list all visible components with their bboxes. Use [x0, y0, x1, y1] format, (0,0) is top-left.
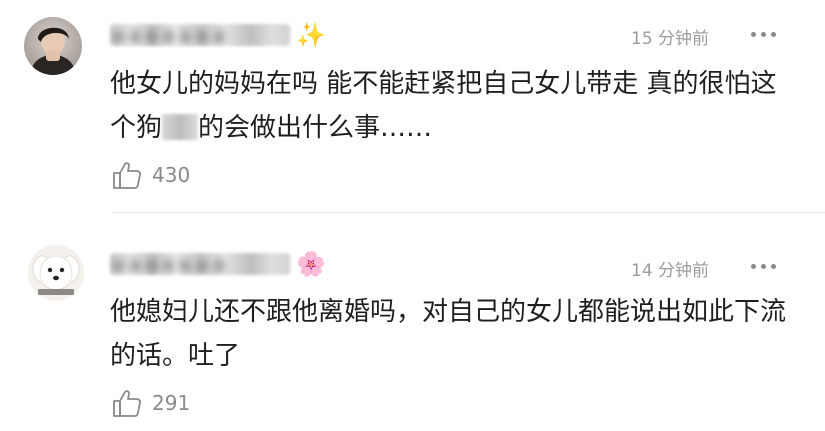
comment-item-2: ※※※※※※※ 🌸 14 分钟前 他媳妇儿还不跟他离婚吗，对自己的女儿都能说出如… — [0, 214, 825, 431]
more-options-icon[interactable] — [751, 256, 776, 276]
like-count: 430 — [152, 163, 191, 187]
timestamp: 14 分钟前 — [631, 261, 710, 281]
like-button[interactable]: 291 — [112, 389, 190, 417]
like-button[interactable]: 430 — [112, 161, 190, 189]
comment-divider — [112, 212, 825, 213]
redaction-blur — [162, 114, 199, 140]
obscured-username-text: ※※※※※※※ — [110, 25, 228, 49]
more-options-icon[interactable] — [751, 24, 776, 44]
person-avatar-icon — [24, 17, 82, 75]
comment-text-part: 的会做出什么事…… — [198, 113, 433, 143]
timestamp: 15 分钟前 — [631, 29, 710, 49]
username[interactable]: ※※※※※※※ ✨ — [110, 21, 326, 49]
comment-text: 他媳妇儿还不跟他离婚吗，对自己的女儿都能说出如此下流的话。吐了 — [110, 297, 787, 371]
avatar[interactable] — [24, 17, 82, 75]
like-count: 291 — [152, 391, 191, 415]
thumbs-up-icon — [113, 390, 141, 417]
dog-avatar-icon — [28, 245, 84, 301]
thumbs-up-icon — [113, 162, 141, 189]
avatar[interactable] — [28, 245, 84, 301]
sparkle-icon: ✨ — [296, 21, 326, 49]
comment-item-1: ※※※※※※※ ✨ 15 分钟前 他女儿的妈妈在吗 能不能赶紧把自己女儿带走 真… — [0, 0, 825, 212]
comment-text: 他女儿的妈妈在吗 能不能赶紧把自己女儿带走 真的很怕这个狗 的会做出什么事…… — [110, 62, 790, 150]
obscured-username-text: ※※※※※※※ — [110, 254, 228, 278]
username[interactable]: ※※※※※※※ 🌸 — [110, 250, 326, 278]
cherry-blossom-icon: 🌸 — [296, 250, 326, 278]
